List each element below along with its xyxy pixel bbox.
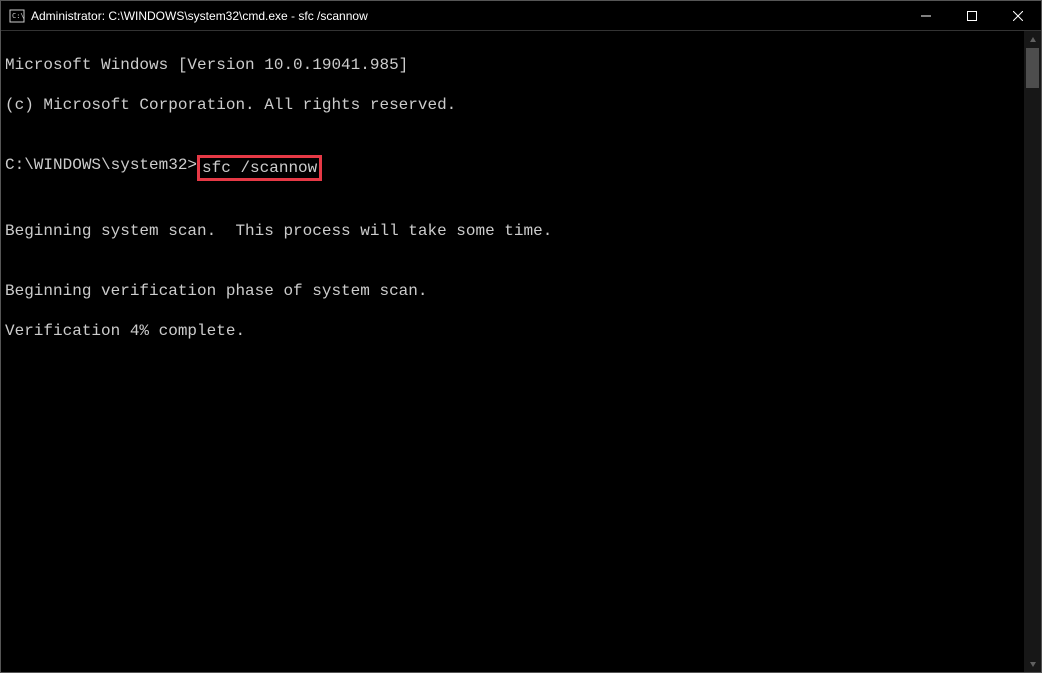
maximize-button[interactable] [949, 1, 995, 31]
terminal-line: Beginning verification phase of system s… [5, 281, 1024, 301]
prompt-command: sfc /scannow [202, 159, 317, 177]
terminal-line: (c) Microsoft Corporation. All rights re… [5, 95, 1024, 115]
scroll-thumb[interactable] [1026, 48, 1039, 88]
vertical-scrollbar[interactable] [1024, 31, 1041, 672]
command-highlight: sfc /scannow [197, 155, 322, 181]
scroll-track[interactable] [1024, 48, 1041, 655]
window-title: Administrator: C:\WINDOWS\system32\cmd.e… [31, 9, 903, 23]
scroll-up-arrow[interactable] [1024, 31, 1041, 48]
window-controls [903, 1, 1041, 30]
terminal-line: Verification 4% complete. [5, 321, 1024, 341]
window-titlebar[interactable]: C:\ Administrator: C:\WINDOWS\system32\c… [1, 1, 1041, 31]
minimize-button[interactable] [903, 1, 949, 31]
terminal-output[interactable]: Microsoft Windows [Version 10.0.19041.98… [1, 31, 1024, 672]
svg-text:C:\: C:\ [12, 12, 25, 20]
terminal-prompt-line: C:\WINDOWS\system32> sfc /scannow [5, 155, 1024, 181]
cmd-icon: C:\ [9, 8, 25, 24]
scroll-down-arrow[interactable] [1024, 655, 1041, 672]
close-button[interactable] [995, 1, 1041, 31]
terminal-line: Microsoft Windows [Version 10.0.19041.98… [5, 55, 1024, 75]
prompt-path: C:\WINDOWS\system32> [5, 155, 197, 181]
terminal-line: Beginning system scan. This process will… [5, 221, 1024, 241]
